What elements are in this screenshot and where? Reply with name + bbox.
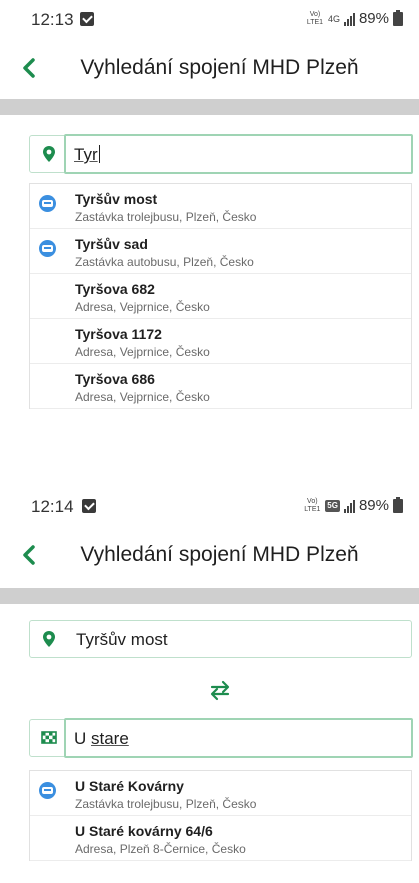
notification-icon xyxy=(82,499,96,513)
suggestion-subtitle: Adresa, Plzeň 8-Černice, Česko xyxy=(75,842,246,856)
suggestion-subtitle: Zastávka autobusu, Plzeň, Česko xyxy=(75,255,254,269)
location-pin-icon xyxy=(43,631,55,647)
from-input-focus[interactable] xyxy=(64,134,413,174)
to-input-value-composing: stare xyxy=(91,729,129,748)
location-pin-icon xyxy=(43,146,55,162)
suggestion-item[interactable]: Tyršova 1172 Adresa, Vejprnice, Česko xyxy=(30,319,411,364)
suggestion-title: Tyršova 1172 xyxy=(75,326,162,342)
header-divider xyxy=(0,99,419,115)
suggestion-list: U Staré Kovárny Zastávka trolejbusu, Plz… xyxy=(29,770,412,861)
swap-icon[interactable] xyxy=(207,677,233,703)
to-input-value-prefix: U xyxy=(74,729,91,748)
suggestion-item[interactable]: U Staré kovárny 64/6 Adresa, Plzeň 8-Čer… xyxy=(30,816,411,861)
app-bar: Vyhledání spojení MHD Plzeň xyxy=(0,535,419,581)
suggestion-subtitle: Zastávka trolejbusu, Plzeň, Česko xyxy=(75,210,257,224)
to-field[interactable]: U stare xyxy=(29,718,413,758)
status-indicators: Vo) LTE1 4G 89% xyxy=(306,9,403,27)
from-input[interactable]: Tyr xyxy=(74,145,100,165)
from-field[interactable]: Tyršův most xyxy=(29,620,412,658)
battery-icon xyxy=(393,496,403,513)
network-type-badge: 4G xyxy=(327,13,340,24)
from-input-value: Tyr xyxy=(74,145,98,164)
screenshot-search-to: 12:14 Vo) LTE1 5G 89% Vyhledání spojení … xyxy=(0,487,419,883)
battery-icon xyxy=(393,9,403,26)
suggestion-title: Tyršův most xyxy=(75,191,158,207)
battery-level: 89% xyxy=(358,10,389,27)
status-bar: 12:14 Vo) LTE1 5G 89% xyxy=(0,487,419,531)
suggestion-subtitle: Zastávka trolejbusu, Plzeň, Česko xyxy=(75,797,257,811)
app-bar: Vyhledání spojení MHD Plzeň xyxy=(0,48,419,94)
screenshot-search-from: 12:13 Vo) LTE1 4G 89% Vyhledání spojení … xyxy=(0,0,419,458)
volte-badge: Vo) LTE1 xyxy=(306,10,324,26)
suggestion-subtitle: Adresa, Vejprnice, Česko xyxy=(75,390,210,404)
suggestion-item[interactable]: Tyršova 686 Adresa, Vejprnice, Česko xyxy=(30,364,411,409)
text-caret xyxy=(98,145,100,163)
suggestion-title: Tyršova 682 xyxy=(75,281,155,297)
bus-stop-icon xyxy=(39,782,56,799)
suggestion-subtitle: Adresa, Vejprnice, Česko xyxy=(75,345,210,359)
notification-icon xyxy=(80,12,94,26)
suggestion-title: U Staré kovárny 64/6 xyxy=(75,823,213,839)
suggestion-title: U Staré Kovárny xyxy=(75,778,184,794)
network-type-badge: 5G xyxy=(325,499,340,512)
battery-level: 89% xyxy=(358,497,389,514)
suggestion-item[interactable]: Tyršův most Zastávka trolejbusu, Plzeň, … xyxy=(30,184,411,229)
from-input-value: Tyršův most xyxy=(76,630,168,649)
header-divider xyxy=(0,588,419,604)
suggestion-item[interactable]: Tyršova 682 Adresa, Vejprnice, Česko xyxy=(30,274,411,319)
suggestion-item[interactable]: Tyršův sad Zastávka autobusu, Plzeň, Čes… xyxy=(30,229,411,274)
suggestion-title: Tyršův sad xyxy=(75,236,148,252)
status-indicators: Vo) LTE1 5G 89% xyxy=(303,496,403,514)
status-bar: 12:13 Vo) LTE1 4G 89% xyxy=(0,0,419,44)
to-input[interactable]: U stare xyxy=(74,729,129,749)
bus-stop-icon xyxy=(39,240,56,257)
signal-icon xyxy=(343,499,355,513)
page-title: Vyhledání spojení MHD Plzeň xyxy=(80,543,359,566)
bus-stop-icon xyxy=(39,195,56,212)
finish-flag-icon xyxy=(41,731,57,744)
suggestion-title: Tyršova 686 xyxy=(75,371,155,387)
suggestion-item[interactable]: U Staré Kovárny Zastávka trolejbusu, Plz… xyxy=(30,771,411,816)
from-field[interactable]: Tyr xyxy=(29,134,413,174)
page-title: Vyhledání spojení MHD Plzeň xyxy=(80,56,359,79)
suggestion-subtitle: Adresa, Vejprnice, Česko xyxy=(75,300,210,314)
status-time: 12:14 xyxy=(31,497,74,516)
status-time: 12:13 xyxy=(31,10,74,29)
signal-icon xyxy=(343,12,355,26)
suggestion-list: Tyršův most Zastávka trolejbusu, Plzeň, … xyxy=(29,183,412,409)
volte-badge: Vo) LTE1 xyxy=(304,497,321,513)
